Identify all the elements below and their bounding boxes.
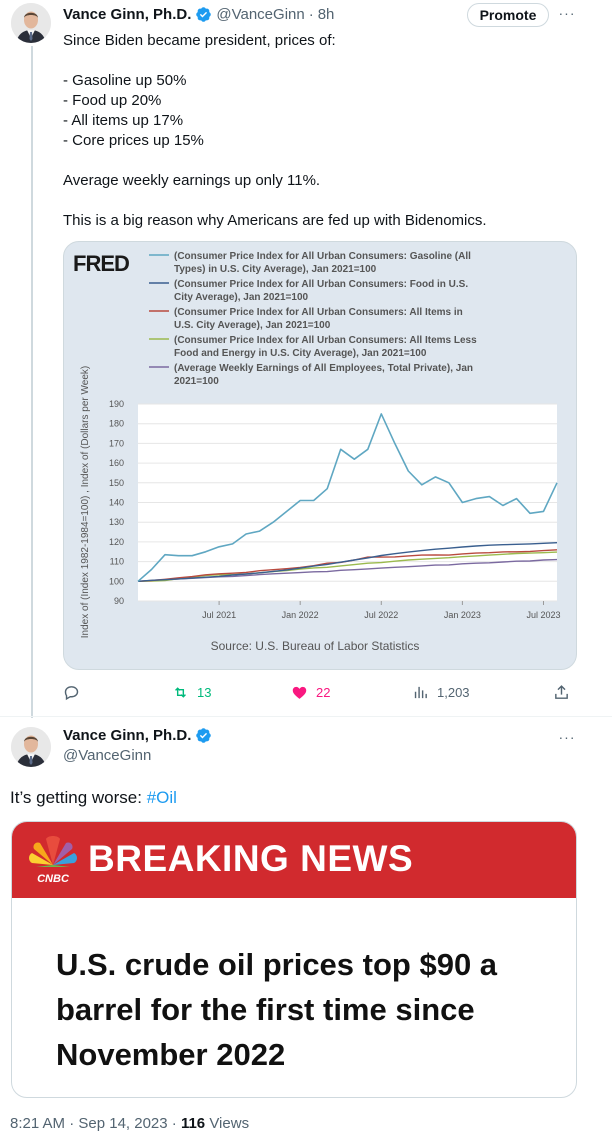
news-image[interactable]: CNBC BREAKING NEWS U.S. crude oil prices…	[11, 821, 577, 1098]
thread-connector-line	[31, 46, 33, 718]
retweet-icon	[175, 686, 186, 698]
legend-label-0: Types) in U.S. City Average), Jan 2021=1…	[174, 264, 377, 275]
separator-dot: ·	[308, 5, 314, 23]
handle[interactable]: @VanceGinn	[63, 747, 151, 764]
share-icon	[555, 684, 568, 699]
views-count: 1,203	[437, 684, 470, 700]
more-options-icon[interactable]: ···	[557, 730, 577, 750]
display-name[interactable]: Vance Ginn, Ph.D.	[63, 727, 191, 744]
chart-source: Source: U.S. Bureau of Labor Statistics	[211, 639, 420, 653]
breaking-news-banner: CNBC BREAKING NEWS	[12, 822, 576, 898]
y-tick-label: 150	[109, 478, 124, 488]
legend-label-1: (Consumer Price Index for All Urban Cons…	[174, 279, 468, 290]
views-chart-icon	[414, 686, 427, 698]
reply-button[interactable]	[63, 680, 88, 704]
legend-label-3: Food and Energy in U.S. City Average), J…	[174, 348, 427, 359]
x-tick-labels: Jul 2021 Jan 2022 Jul 2022 Jan 2023 Jul 2023	[202, 601, 560, 620]
promote-button[interactable]: Promote	[467, 3, 549, 27]
views-button[interactable]: 1,203	[412, 680, 470, 704]
timestamp[interactable]: 8h	[318, 6, 335, 23]
y-tick-label: 190	[109, 399, 124, 409]
y-tick-label: 160	[109, 458, 124, 468]
x-tick-label: Jul 2022	[364, 610, 398, 620]
x-tick-label: Jan 2023	[444, 610, 481, 620]
views-label: Views	[205, 1115, 250, 1132]
avatar[interactable]	[11, 727, 51, 767]
y-tick-labels: 190 180 170 160 150 140 130 120 110 100 90	[109, 399, 124, 606]
tweet-body: It’s getting worse:	[10, 788, 147, 807]
y-tick-label: 130	[109, 517, 124, 527]
y-tick-label: 110	[110, 557, 124, 567]
tweet-header: Vance Ginn, Ph.D.	[63, 727, 212, 744]
avatar[interactable]	[11, 3, 51, 43]
y-tick-label: 120	[109, 537, 124, 547]
x-tick-label: Jul 2023	[526, 610, 560, 620]
tweet-body: Since Biden became president, prices of:…	[63, 32, 487, 229]
handle[interactable]: @VanceGinn	[216, 6, 304, 23]
retweet-button[interactable]: 13	[172, 680, 211, 704]
y-tick-label: 170	[109, 438, 124, 448]
heart-icon	[292, 686, 307, 699]
like-count: 22	[316, 684, 331, 700]
y-axis-label: Index of (Index 1982-1984=100) , Index o…	[80, 366, 91, 638]
tweet-primary: Vance Ginn, Ph.D. @VanceGinn · 8h Promot…	[0, 0, 612, 718]
x-tick-label: Jul 2021	[202, 610, 236, 620]
like-button[interactable]: 22	[291, 680, 330, 704]
fred-chart: FRED (Consumer Price Index for All Urban…	[73, 251, 560, 653]
tweet-timestamp: 8:21 AM · Sep 14, 2023 · 116 Views	[10, 1115, 249, 1132]
more-options-icon[interactable]: ···	[557, 6, 577, 26]
legend-label-2: U.S. City Average), Jan 2021=100	[174, 320, 331, 331]
y-tick-label: 140	[109, 498, 124, 508]
views-count: 116	[180, 1115, 206, 1132]
display-name[interactable]: Vance Ginn, Ph.D.	[63, 6, 191, 23]
cnbc-peacock-logo: CNBC	[29, 836, 77, 885]
y-tick-label: 100	[109, 576, 124, 586]
tweet-text: It’s getting worse: #Oil	[10, 788, 177, 808]
verified-badge-icon	[196, 728, 212, 743]
verified-badge-icon	[196, 6, 212, 22]
legend-label-4: 2021=100	[174, 376, 219, 387]
tweet-header: Vance Ginn, Ph.D. @VanceGinn · 8h	[63, 4, 334, 24]
x-tick-label: Jan 2022	[282, 610, 319, 620]
chart-image[interactable]: FRED (Consumer Price Index for All Urban…	[63, 241, 577, 670]
cnbc-logo-text: CNBC	[37, 873, 70, 885]
y-tick-label: 180	[109, 419, 124, 429]
tweet-actions: 13 22 1,203	[63, 680, 583, 704]
legend-label-2: (Consumer Price Index for All Urban Cons…	[174, 307, 463, 318]
legend-label-0: (Consumer Price Index for All Urban Cons…	[174, 251, 471, 262]
retweet-count: 13	[197, 684, 212, 700]
hashtag-link[interactable]: #Oil	[147, 788, 177, 807]
share-button[interactable]	[553, 680, 570, 704]
reply-icon	[64, 685, 79, 700]
chart-legend: (Consumer Price Index for All Urban Cons…	[149, 251, 477, 387]
tweet-divider	[0, 716, 612, 717]
legend-label-1: City Average), Jan 2021=100	[174, 292, 309, 303]
breaking-news-title: BREAKING NEWS	[88, 838, 414, 879]
news-headline: U.S. crude oil prices top $90 a barrel f…	[56, 947, 498, 1072]
legend-label-3: (Consumer Price Index for All Urban Cons…	[174, 335, 477, 346]
legend-label-4: (Average Weekly Earnings of All Employee…	[174, 363, 473, 374]
timestamp-text[interactable]: 8:21 AM · Sep 14, 2023 ·	[10, 1115, 181, 1132]
fred-logo: FRED	[73, 251, 129, 276]
tweet-text: Since Biden became president, prices of:…	[63, 31, 583, 231]
y-tick-label: 90	[114, 596, 124, 606]
